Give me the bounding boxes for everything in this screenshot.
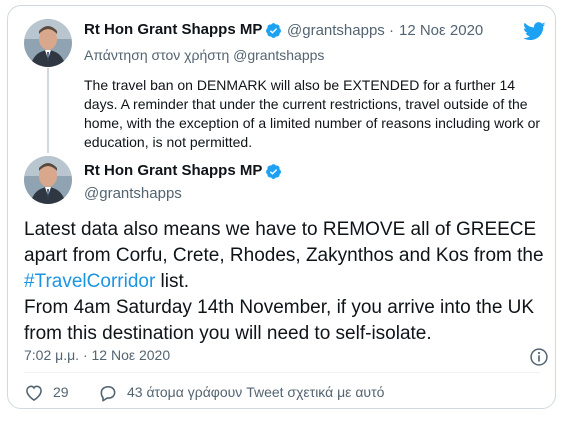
profile-photo — [24, 19, 72, 67]
conversation-label: 43 άτομα γράφουν Tweet σχετικά με αυτό — [127, 384, 385, 400]
author-handle[interactable]: @grantshapps — [287, 22, 385, 39]
avatar[interactable] — [24, 156, 72, 204]
tweet-text-line: Latest data also means we have to REMOVE… — [24, 219, 537, 240]
speech-bubble-icon — [100, 385, 116, 402]
embedded-tweet-card[interactable]: Rt Hon Grant Shapps MP @grantshapps · 12… — [7, 5, 556, 409]
tweet-timestamp[interactable]: 7:02 μ.μ. · 12 Νοε 2020 — [24, 347, 170, 363]
verified-badge-icon — [266, 164, 281, 179]
profile-photo — [24, 156, 72, 204]
like-count: 29 — [53, 384, 69, 400]
divider — [24, 372, 541, 373]
author-name[interactable]: Rt Hon Grant Shapps MP — [84, 162, 262, 179]
thread-connector-line — [47, 68, 49, 153]
twitter-bird-icon[interactable] — [523, 22, 546, 41]
tweet-date[interactable]: 12 Νοε 2020 — [399, 22, 483, 39]
reply-tweet-text: The travel ban on DENMARK will also be E… — [84, 77, 541, 150]
conversation-link[interactable]: 43 άτομα γράφουν Tweet σχετικά με αυτό — [98, 383, 418, 403]
meta-separator: · — [389, 22, 394, 39]
reply-context[interactable]: Απάντηση στον χρήστη @grantshapps — [84, 47, 324, 63]
tweet-text-line: apart from Corfu, Crete, Rhodes, Zakynth… — [24, 245, 544, 266]
main-tweet-text: Latest data also means we have to REMOVE… — [24, 217, 554, 347]
author-name[interactable]: Rt Hon Grant Shapps MP — [84, 21, 262, 38]
tweet-text-line: #TravelCorridor list. — [24, 269, 554, 295]
avatar[interactable] — [24, 19, 72, 67]
tweet-text-line: from this destination you will need to s… — [24, 323, 432, 344]
tweet-text-fragment: list. — [155, 271, 190, 292]
tweet-text-line: From 4am Saturday 14th November, if you … — [24, 297, 535, 318]
like-button[interactable]: 29 — [24, 383, 84, 403]
verified-badge-icon — [266, 23, 281, 38]
author-handle[interactable]: @grantshapps — [84, 185, 182, 202]
info-icon[interactable] — [529, 347, 549, 367]
hashtag-link[interactable]: #TravelCorridor — [24, 271, 155, 292]
heart-icon — [26, 385, 42, 402]
